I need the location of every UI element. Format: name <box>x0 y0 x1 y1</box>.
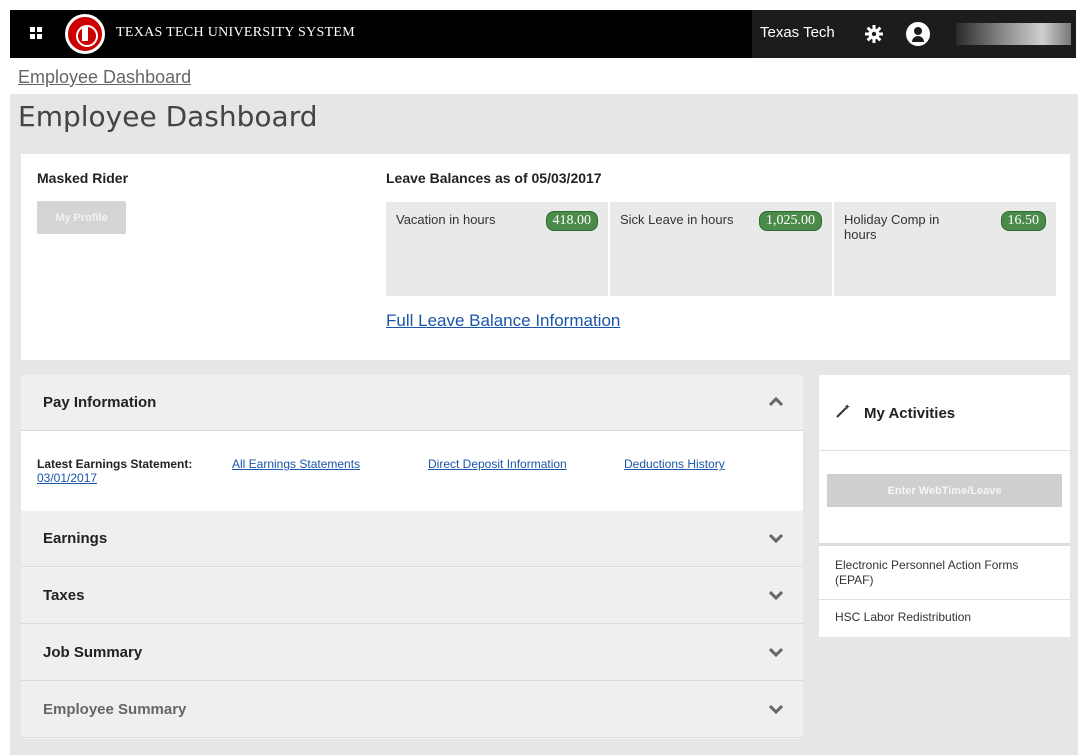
breadcrumb-employee-dashboard[interactable]: Employee Dashboard <box>18 67 191 88</box>
full-leave-balance-link[interactable]: Full Leave Balance Information <box>386 311 620 331</box>
chevron-down-icon[interactable] <box>769 590 783 600</box>
enter-webtime-leave-button[interactable]: Enter WebTime/Leave <box>827 474 1062 507</box>
leave-box-sick: Sick Leave in hours 1,025.00 <box>610 202 832 296</box>
main-content: Employee Dashboard Masked Rider My Profi… <box>10 94 1078 755</box>
deductions-history-link[interactable]: Deductions History <box>624 457 725 471</box>
my-profile-button[interactable]: My Profile <box>37 201 126 234</box>
chevron-up-icon[interactable] <box>769 397 783 407</box>
all-earnings-statements-link[interactable]: All Earnings Statements <box>232 457 360 471</box>
direct-deposit-link[interactable]: Direct Deposit Information <box>428 457 567 471</box>
leave-box-holiday-comp: Holiday Comp in hours 16.50 <box>834 202 1056 296</box>
user-avatar-icon[interactable] <box>906 22 930 46</box>
section-label: Pay Information <box>43 394 157 411</box>
divider <box>819 543 1070 546</box>
latest-earnings-date-link[interactable]: 03/01/2017 <box>37 471 97 485</box>
my-activities-header: My Activities <box>819 375 1070 451</box>
employee-summary-header[interactable]: Employee Summary <box>21 682 803 738</box>
leave-value-badge: 16.50 <box>1000 211 1046 231</box>
institution-selector[interactable]: Texas Tech <box>760 24 835 41</box>
profile-leave-card: Masked Rider My Profile Leave Balances a… <box>21 154 1070 360</box>
magic-wand-icon <box>836 404 850 418</box>
latest-earnings-label: Latest Earnings Statement: <box>37 457 193 471</box>
leave-label: Holiday Comp in hours <box>844 212 940 242</box>
my-activities-panel: My Activities Enter WebTime/Leave Electr… <box>819 375 1070 637</box>
section-label: Taxes <box>43 587 85 604</box>
section-label: Earnings <box>43 530 108 547</box>
section-label: Job Summary <box>43 644 143 661</box>
user-zone: Texas Tech <box>752 10 1076 58</box>
chevron-down-icon[interactable] <box>769 647 783 657</box>
apps-grid-icon[interactable] <box>30 27 42 39</box>
taxes-header[interactable]: Taxes <box>21 568 803 624</box>
employee-name: Masked Rider <box>37 170 129 186</box>
hsc-labor-redistribution-link[interactable]: HSC Labor Redistribution <box>835 610 1055 625</box>
username-redacted[interactable] <box>956 23 1071 45</box>
section-label: Employee Summary <box>43 701 187 718</box>
page-title: Employee Dashboard <box>18 100 318 133</box>
earnings-header[interactable]: Earnings <box>21 511 803 567</box>
chevron-down-icon[interactable] <box>769 533 783 543</box>
pay-information-panel: Pay Information Latest Earnings Statemen… <box>21 375 803 739</box>
epaf-link[interactable]: Electronic Personnel Action Forms (EPAF) <box>835 558 1055 588</box>
top-navigation-bar: TEXAS TECH UNIVERSITY SYSTEM Texas Tech <box>10 10 1076 58</box>
pay-information-header[interactable]: Pay Information <box>21 375 803 431</box>
leave-box-vacation: Vacation in hours 418.00 <box>386 202 608 296</box>
leave-value-badge: 418.00 <box>545 211 598 231</box>
gear-icon[interactable] <box>864 24 884 44</box>
leave-label: Sick Leave in hours <box>620 212 734 227</box>
leave-label: Vacation in hours <box>396 212 496 227</box>
job-summary-header[interactable]: Job Summary <box>21 625 803 681</box>
divider <box>819 599 1070 600</box>
brand-name: TEXAS TECH UNIVERSITY SYSTEM <box>116 25 356 40</box>
pay-information-body: Latest Earnings Statement: 03/01/2017 Al… <box>21 431 803 511</box>
leave-value-badge: 1,025.00 <box>759 211 822 231</box>
breadcrumb: Employee Dashboard <box>10 58 1078 94</box>
chevron-down-icon[interactable] <box>769 704 783 714</box>
leave-balances-title: Leave Balances as of 05/03/2017 <box>386 170 602 186</box>
university-seal-logo[interactable] <box>65 14 105 54</box>
my-activities-title: My Activities <box>864 405 956 422</box>
